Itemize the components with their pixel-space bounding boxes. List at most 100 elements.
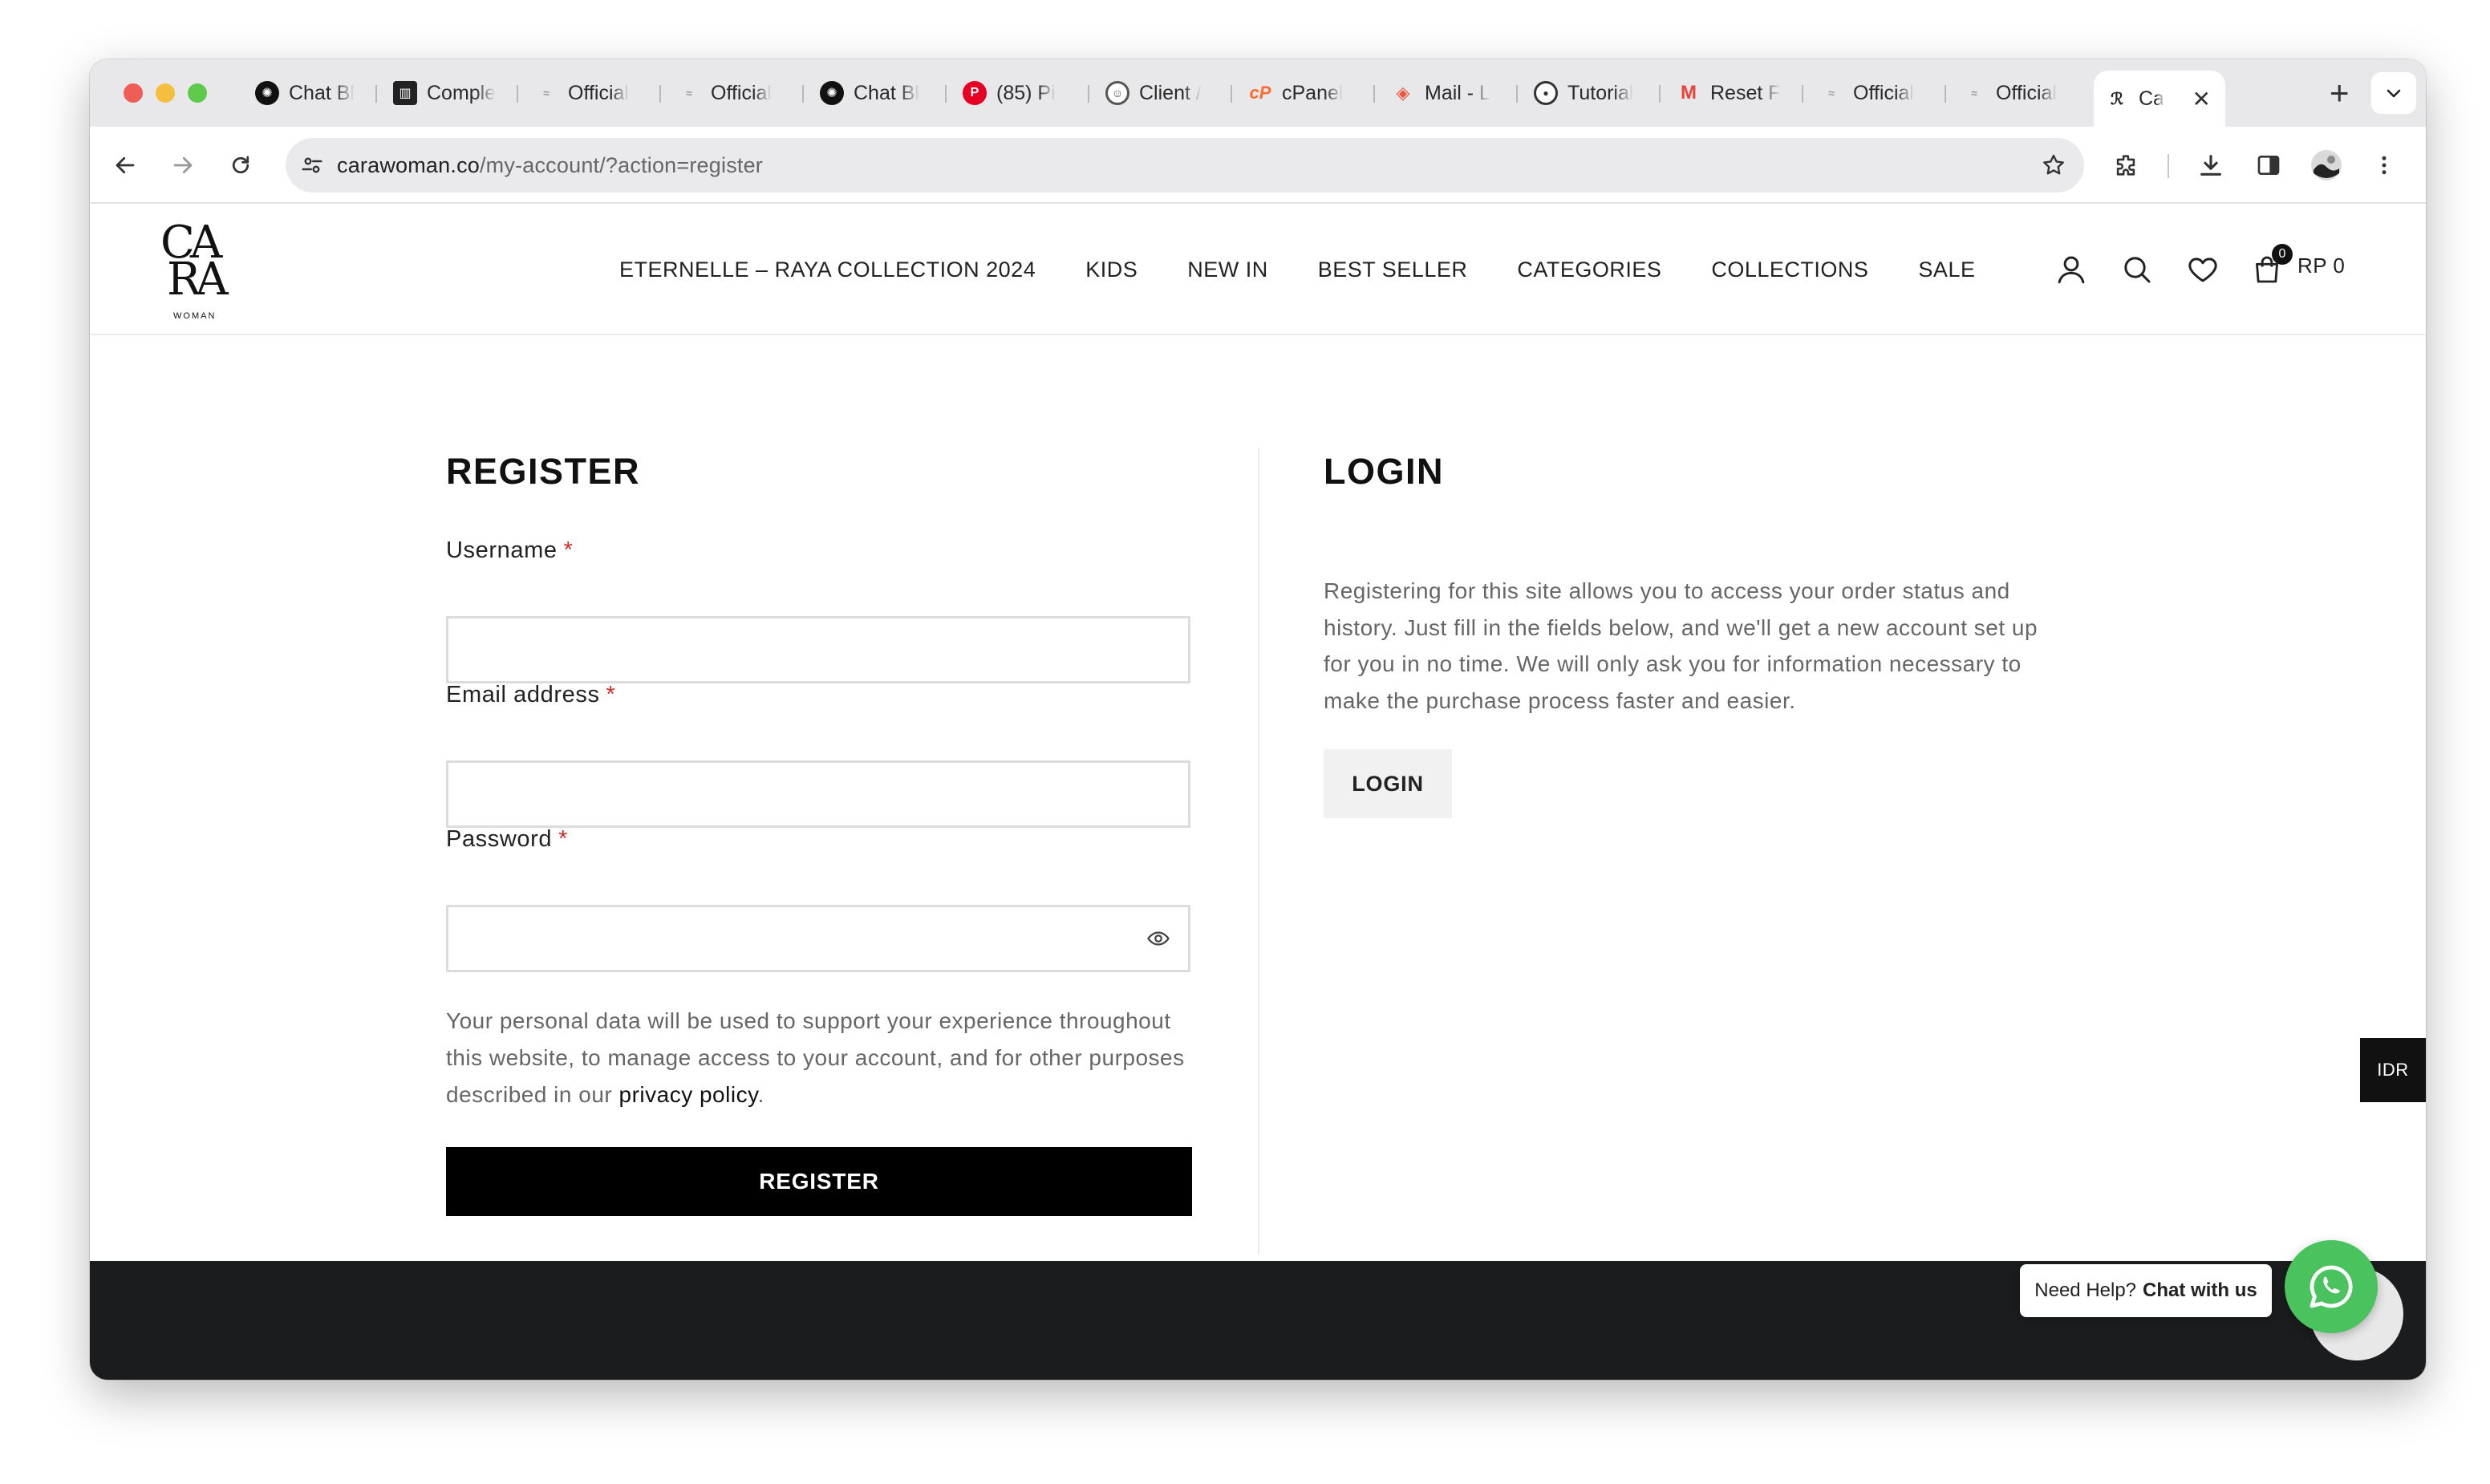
account-page-content: REGISTER Username * Email address * Passwo…: [90, 337, 2426, 1316]
register-button[interactable]: REGISTER: [446, 1147, 1192, 1216]
tab-mail[interactable]: ◈ Mail - L: [1380, 75, 1516, 111]
cart-button[interactable]: 0: [2246, 244, 2293, 290]
password-label: Password *: [446, 826, 568, 853]
password-label-text: Password: [446, 826, 553, 852]
new-tab-button[interactable]: +: [2330, 74, 2350, 112]
download-icon: [2200, 155, 2221, 176]
email-input[interactable]: [446, 760, 1190, 828]
profile-avatar-icon: [2311, 150, 2342, 180]
extensions-button[interactable]: [2105, 144, 2147, 186]
client-icon: ☺: [1105, 81, 1129, 105]
privacy-notice: Your personal data will be used to suppo…: [446, 1003, 1200, 1113]
openai-icon: ✺: [255, 81, 279, 105]
username-label-text: Username: [446, 537, 558, 563]
privacy-policy-link[interactable]: privacy policy: [619, 1082, 758, 1107]
cpanel-icon: cP: [1249, 83, 1271, 103]
browser-window: ✺ Chat Bl ▥ Comple ≈ Official ≈ Official…: [90, 59, 2426, 1380]
tab-active[interactable]: ℛ Ca ✕: [2094, 71, 2225, 127]
site-header: CA RA WOMAN ETERNELLE – RAYA COLLECTION …: [90, 204, 2426, 335]
eye-icon: [1147, 931, 1170, 946]
help-chat-bubble[interactable]: Need Help? Chat with us: [2020, 1264, 2272, 1317]
currency-switcher[interactable]: IDR: [2360, 1038, 2426, 1102]
puzzle-icon: [2116, 155, 2135, 176]
register-title: REGISTER: [446, 451, 641, 492]
wishlist-button[interactable]: [2182, 249, 2224, 290]
logo-line-2: RA: [167, 253, 229, 306]
help-text: Need Help?: [2034, 1279, 2137, 1301]
tab-gmail[interactable]: M Reset F: [1665, 75, 1802, 111]
tab-separator: [1802, 85, 1803, 103]
tab-separator: [659, 85, 661, 103]
site-logo[interactable]: CA RA WOMAN: [160, 217, 241, 322]
maximize-window-button[interactable]: [188, 83, 207, 103]
logo-subtitle: WOMAN: [173, 311, 217, 321]
search-button[interactable]: [2116, 249, 2158, 290]
username-label: Username *: [446, 537, 573, 564]
tab-trello[interactable]: ▥ Comple: [382, 75, 518, 111]
tab-official-1[interactable]: ≈ Official: [523, 75, 659, 111]
tab-separator: [1088, 85, 1089, 103]
tab-separator: [1945, 85, 1946, 103]
required-mark: *: [606, 682, 616, 708]
tab-pinterest[interactable]: P (85) Pi: [951, 75, 1088, 111]
tab-separator: [1516, 85, 1518, 103]
trello-icon: ▥: [393, 81, 417, 105]
tab-client[interactable]: ☺ Client /: [1094, 75, 1231, 111]
forward-button[interactable]: [162, 144, 204, 186]
site-icon: ≈: [1828, 87, 1835, 99]
tab-separator: [1231, 85, 1232, 103]
bookmark-star-icon[interactable]: [2041, 152, 2066, 178]
main-navigation: ETERNELLE – RAYA COLLECTION 2024 KIDS NE…: [619, 204, 2025, 335]
url-host: carawoman.co: [337, 152, 480, 177]
nav-kids[interactable]: KIDS: [1085, 257, 1138, 282]
username-input[interactable]: [446, 616, 1190, 683]
cart-count-badge: 0: [2272, 244, 2293, 265]
heart-icon: [2188, 257, 2217, 282]
privacy-notice-text: Your personal data will be used to suppo…: [446, 1008, 1185, 1107]
back-button[interactable]: [104, 144, 146, 186]
side-panel-button[interactable]: [2248, 144, 2289, 186]
close-tab-icon[interactable]: ✕: [2192, 86, 2211, 112]
login-description: Registering for this site allows you to …: [1324, 578, 2038, 713]
site-icon: ≈: [543, 87, 550, 99]
whatsapp-button[interactable]: [2285, 1240, 2378, 1333]
reload-button[interactable]: [220, 144, 262, 186]
chevron-down-icon: [2387, 89, 2401, 98]
url-text[interactable]: carawoman.co/my-account/?action=register: [337, 153, 763, 178]
login-button[interactable]: LOGIN: [1324, 749, 1452, 818]
toolbar-separator: [2168, 154, 2169, 178]
nav-eternelle-raya[interactable]: ETERNELLE – RAYA COLLECTION 2024: [619, 257, 1036, 282]
tab-tutorial[interactable]: ● Tutorial: [1523, 75, 1659, 111]
nav-best-seller[interactable]: BEST SELLER: [1318, 257, 1468, 282]
tab-separator: [945, 85, 947, 103]
nav-collections[interactable]: COLLECTIONS: [1711, 257, 1868, 282]
account-button[interactable]: [2050, 249, 2092, 290]
pinterest-icon: P: [963, 81, 987, 105]
tab-chat-2[interactable]: ✺ Chat Bl: [809, 75, 945, 111]
address-bar[interactable]: carawoman.co/my-account/?action=register: [286, 138, 2084, 193]
minimize-window-button[interactable]: [156, 83, 175, 103]
tab-official-2[interactable]: ≈ Official: [666, 75, 802, 111]
tab-cpanel[interactable]: cP cPanel: [1237, 75, 1373, 111]
downloads-button[interactable]: [2190, 144, 2232, 186]
email-label: Email address *: [446, 682, 615, 708]
nav-sale[interactable]: SALE: [1918, 257, 1975, 282]
site-settings-icon[interactable]: [300, 153, 324, 177]
column-divider: [1258, 448, 1259, 1255]
tab-official-4[interactable]: ≈ Official: [1951, 75, 2087, 111]
tab-separator: [517, 85, 518, 103]
site-icon: ≈: [1971, 87, 1977, 99]
nav-new-in[interactable]: NEW IN: [1187, 257, 1268, 282]
close-window-button[interactable]: [124, 83, 143, 103]
tab-official-3[interactable]: ≈ Official: [1808, 75, 1945, 111]
show-password-button[interactable]: [1142, 922, 1174, 955]
tab-search-button[interactable]: [2371, 72, 2416, 114]
help-cta: Chat with us: [2143, 1279, 2257, 1301]
cart-total[interactable]: RP 0: [2297, 253, 2345, 278]
search-icon: [2124, 257, 2151, 283]
tab-chat-1[interactable]: ✺ Chat Bl: [244, 75, 372, 111]
password-input[interactable]: [446, 905, 1190, 972]
profile-button[interactable]: [2305, 144, 2347, 186]
nav-categories[interactable]: CATEGORIES: [1517, 257, 1661, 282]
browser-menu-button[interactable]: [2363, 144, 2405, 186]
